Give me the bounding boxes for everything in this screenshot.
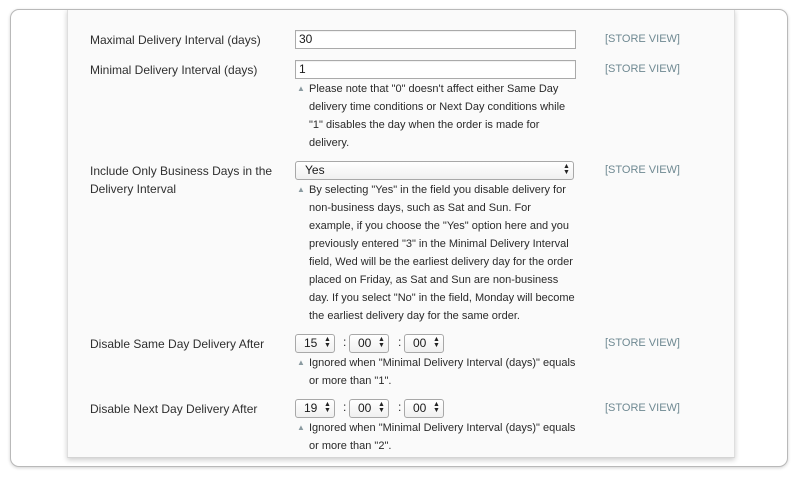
min-interval-scope: [STORE VIEW] [605,63,680,75]
next-day-note: ▲ Ignored when "Minimal Delivery Interva… [297,419,587,455]
note-triangle-icon: ▲ [297,84,305,93]
same-day-hour-value: 15 [304,336,318,350]
note-line: field, Wed will be the earliest delivery… [309,256,573,268]
note-triangle-icon: ▲ [297,423,305,432]
same-day-minute-select[interactable]: 00 ▲ ▼ [349,334,389,353]
up-down-arrows-icon: ▲ ▼ [433,401,440,414]
same-day-label: Disable Same Day Delivery After [90,337,265,351]
time-separator: : [343,400,347,414]
note-line: or more than "2". [309,440,392,452]
time-separator: : [343,335,347,349]
min-interval-input[interactable] [295,60,576,79]
up-down-arrows-icon: ▲ ▼ [324,336,331,349]
note-line: previously entered "3" in the Minimal De… [309,238,569,250]
same-day-second-select[interactable]: 00 ▲ ▼ [404,334,444,353]
note-line: By selecting "Yes" in the field you disa… [309,184,566,196]
max-interval-scope: [STORE VIEW] [605,33,680,45]
max-interval-label: Maximal Delivery Interval (days) [90,33,261,47]
next-day-minute-value: 00 [358,401,372,415]
next-day-scope: [STORE VIEW] [605,402,680,414]
business-days-label: Include Only Business Days in the Delive… [90,162,286,198]
note-line: or more than "1". [309,375,392,387]
note-line: Ignored when "Minimal Delivery Interval … [309,357,576,369]
max-interval-input[interactable] [295,30,576,49]
time-separator: : [398,400,402,414]
note-line: delivery. [309,137,350,149]
min-interval-note: ▲ Please note that "0" doesn't affect ei… [297,80,587,152]
note-line: Ignored when "Minimal Delivery Interval … [309,422,576,434]
up-down-arrows-icon: ▲ ▼ [378,336,385,349]
same-day-minute-value: 00 [358,336,372,350]
business-days-scope: [STORE VIEW] [605,164,680,176]
note-line: placed on Friday, as Sat and Sun are non… [309,274,559,286]
next-day-second-value: 00 [413,401,427,415]
up-down-arrows-icon: ▲ ▼ [378,401,385,414]
time-separator: : [398,335,402,349]
business-days-note: ▲ By selecting "Yes" in the field you di… [297,181,587,325]
window-frame: Maximal Delivery Interval (days) [STORE … [10,9,788,467]
business-days-label-line: Include Only Business Days in the [90,164,273,178]
next-day-hour-select[interactable]: 19 ▲ ▼ [295,399,335,418]
note-line: "1" disables the day when the order is m… [309,119,540,131]
same-day-second-value: 00 [413,336,427,350]
note-line: day. If you select "No" in the field, Mo… [309,292,575,304]
note-line: the earliest delivery day for the same o… [309,310,520,322]
up-down-arrows-icon: ▲ ▼ [433,336,440,349]
same-day-note: ▲ Ignored when "Minimal Delivery Interva… [297,354,587,390]
next-day-second-select[interactable]: 00 ▲ ▼ [404,399,444,418]
next-day-hour-value: 19 [304,401,318,415]
next-day-label: Disable Next Day Delivery After [90,402,258,416]
business-days-selected-value: Yes [305,163,325,177]
note-triangle-icon: ▲ [297,185,305,194]
business-days-select[interactable]: Yes ▲ ▼ [295,161,574,180]
up-down-arrows-icon: ▲ ▼ [563,163,570,176]
business-days-label-line: Delivery Interval [90,182,177,196]
note-line: delivery time conditions or Next Day con… [309,101,566,113]
up-down-arrows-icon: ▲ ▼ [324,401,331,414]
settings-panel: Maximal Delivery Interval (days) [STORE … [67,10,735,458]
next-day-minute-select[interactable]: 00 ▲ ▼ [349,399,389,418]
same-day-scope: [STORE VIEW] [605,337,680,349]
same-day-hour-select[interactable]: 15 ▲ ▼ [295,334,335,353]
note-triangle-icon: ▲ [297,358,305,367]
min-interval-label: Minimal Delivery Interval (days) [90,63,258,77]
note-line: non-business days, such as Sat and Sun. … [309,202,531,214]
note-line: Please note that "0" doesn't affect eith… [309,83,559,95]
note-line: example, if you choose the "Yes" option … [309,220,569,232]
